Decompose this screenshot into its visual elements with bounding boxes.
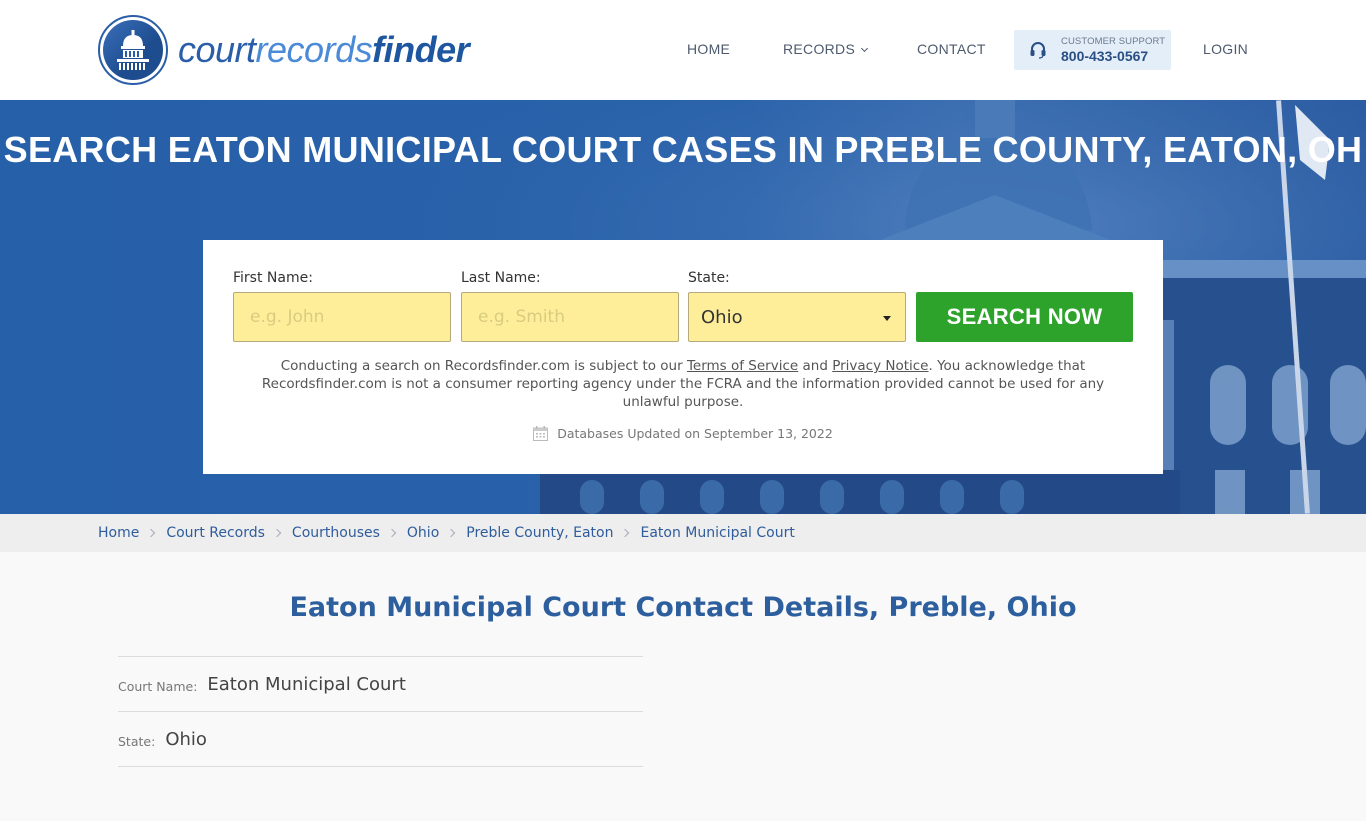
last-name-field-group: Last Name: [461,270,679,342]
chevron-right-icon [387,528,397,538]
breadcrumb-current: Eaton Municipal Court [640,525,795,541]
main-content: Eaton Municipal Court Contact Details, P… [0,552,1366,768]
databases-updated: Databases Updated on September 13, 2022 [203,426,1163,441]
breadcrumb: Home Court Records Courthouses Ohio Preb… [0,514,1366,552]
nav-records-label: RECORDS [783,41,856,57]
search-disclaimer: Conducting a search on Recordsfinder.com… [243,357,1123,411]
customer-support-button[interactable]: CUSTOMER SUPPORT 800-433-0567 [1014,30,1171,70]
nav-records[interactable]: RECORDS [783,41,869,57]
page-title: Eaton Municipal Court Contact Details, P… [289,592,1077,623]
nav-login[interactable]: LOGIN [1203,41,1248,57]
logo-word-court: court [178,29,256,70]
state-field-group: State: Ohio [688,270,906,342]
terms-of-service-link[interactable]: Terms of Service [687,358,798,374]
caret-down-icon [883,316,891,321]
last-name-label: Last Name: [461,270,541,286]
detail-row-divider [118,766,643,821]
first-name-label: First Name: [233,270,313,286]
support-label: CUSTOMER SUPPORT [1061,35,1166,47]
disclaimer-text-2: and [798,358,833,374]
breadcrumb-home[interactable]: Home [98,525,139,541]
calendar-icon [533,426,549,441]
first-name-field-group: First Name: [233,270,451,342]
site-logo[interactable]: courtrecordsfinder [98,15,470,85]
search-now-button[interactable]: SEARCH NOW [916,292,1133,342]
state-select[interactable]: Ohio [688,292,906,342]
chevron-right-icon [272,528,282,538]
detail-row-court-name: Court Name: Eaton Municipal Court [118,656,643,711]
breadcrumb-ohio[interactable]: Ohio [407,525,439,541]
last-name-input[interactable] [461,292,679,342]
hero-title: SEARCH EATON MUNICIPAL COURT CASES IN PR… [3,129,1363,170]
breadcrumb-courthouses[interactable]: Courthouses [292,525,380,541]
disclaimer-text-1: Conducting a search on Recordsfinder.com… [280,358,687,374]
capitol-logo-icon [98,15,168,85]
state-detail-value: Ohio [165,728,207,750]
privacy-notice-link[interactable]: Privacy Notice [832,358,928,374]
support-phone: 800-433-0567 [1061,48,1149,65]
detail-row-state: State: Ohio [118,711,643,766]
chevron-down-icon [861,44,869,53]
headset-icon [1030,42,1046,59]
first-name-input[interactable] [233,292,451,342]
nav-contact[interactable]: CONTACT [917,41,986,57]
chevron-right-icon [147,528,156,538]
hero-banner: SEARCH EATON MUNICIPAL COURT CASES IN PR… [0,100,1366,514]
site-header: courtrecordsfinder HOME RECORDS CONTACT … [0,0,1366,100]
breadcrumb-court-records[interactable]: Court Records [166,525,265,541]
chevron-right-icon [621,528,630,538]
court-name-value: Eaton Municipal Court [207,673,406,695]
search-form: First Name: Last Name: State: Ohio SEARC… [203,240,1163,474]
breadcrumb-preble-county[interactable]: Preble County, Eaton [466,525,613,541]
state-label: State: [688,270,730,286]
court-details: Court Name: Eaton Municipal Court State:… [118,656,643,821]
state-detail-label: State: [118,733,156,749]
logo-word-finder: finder [372,29,470,70]
nav-home[interactable]: HOME [687,41,730,57]
chevron-right-icon [447,528,456,538]
state-select-value: Ohio [701,306,743,328]
databases-updated-text: Databases Updated on September 13, 2022 [557,426,833,441]
court-name-label: Court Name: [118,678,198,694]
logo-word-records: records [255,29,373,70]
logo-wordmark: courtrecordsfinder [178,29,470,71]
